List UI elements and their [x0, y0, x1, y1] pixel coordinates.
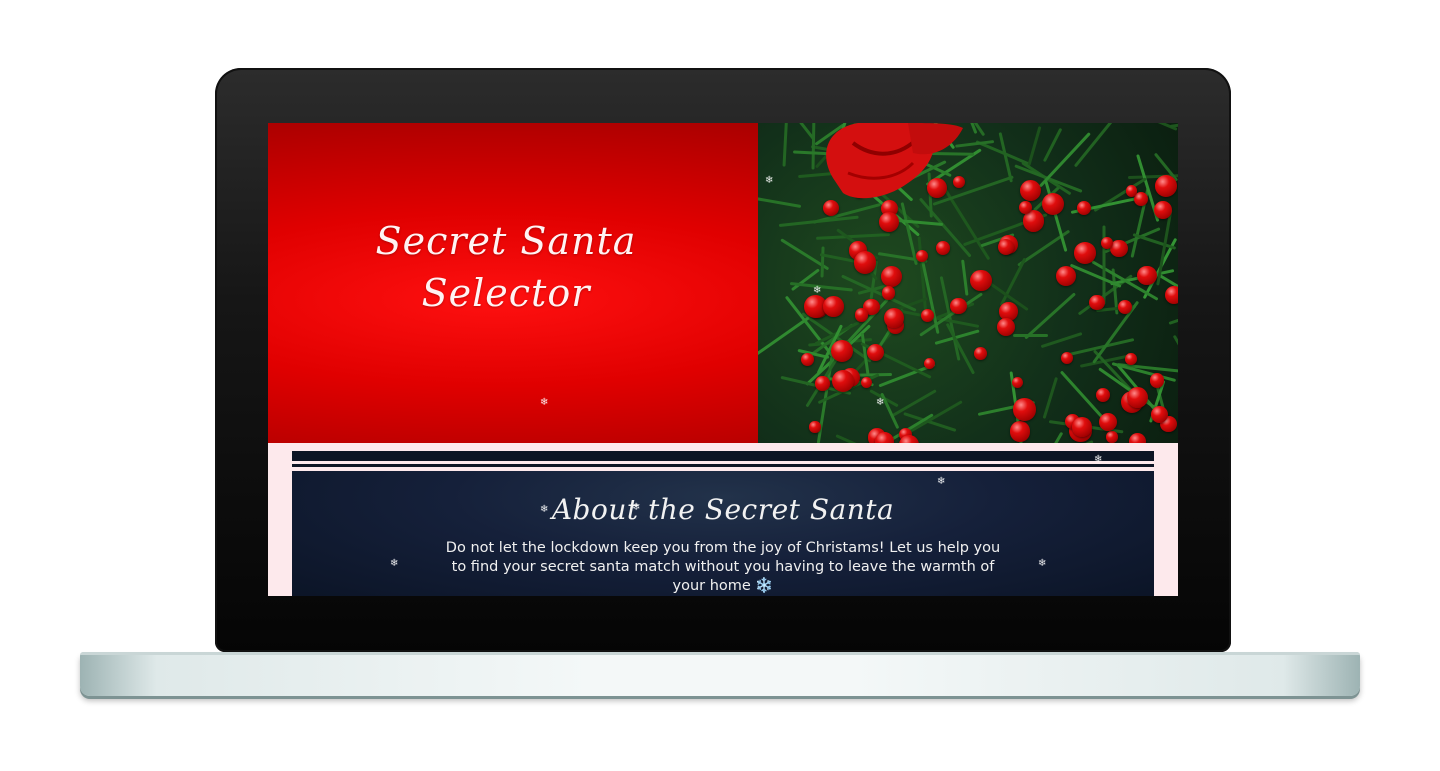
divider-bar: [292, 451, 1154, 461]
holly-berry: [1151, 405, 1168, 423]
about-section: About the Secret Santa Do not let the lo…: [268, 443, 1178, 596]
holly-berry: [935, 241, 950, 255]
pine-needle: [1168, 307, 1178, 326]
holly-berry: [1055, 265, 1076, 286]
holly-berry: [1095, 387, 1111, 402]
holly-berry: [996, 318, 1015, 337]
snowflake-icon: ❄: [765, 175, 774, 186]
holly-berry: [1155, 175, 1178, 197]
holly-berry: [949, 297, 967, 315]
holly-berry: [1126, 386, 1149, 408]
holly-berry: [874, 432, 894, 443]
holly-berry: [1009, 420, 1031, 442]
holly-berry: [1019, 200, 1033, 214]
holly-berry: [1125, 353, 1137, 365]
snowflake-icon: ❄: [632, 502, 641, 513]
holly-berry: [1060, 351, 1074, 364]
holly-berry: [1125, 185, 1138, 197]
holly-berry: [815, 376, 830, 391]
holly-berry: [823, 296, 844, 317]
pine-needle: [1074, 123, 1125, 168]
holly-berry: [970, 269, 992, 292]
pine-needle: [1012, 334, 1049, 338]
pine-needle: [1027, 126, 1042, 167]
holly-berry: [883, 307, 904, 329]
pine-needle: [960, 260, 969, 297]
holly-berry: [1106, 431, 1118, 443]
about-description: Do not let the lockdown keep you from th…: [445, 540, 1001, 594]
pine-needle: [758, 194, 801, 209]
holly-berry: [1089, 294, 1105, 311]
site-title-line2: Selector: [421, 271, 591, 315]
holly-berry: [923, 357, 935, 369]
snowflake-icon: ❄: [876, 397, 885, 408]
pine-needle: [769, 123, 816, 141]
snowflake-icon: ❄: [1038, 558, 1047, 569]
snowflake-icon: ❄: [540, 504, 549, 515]
holly-berry: [1020, 180, 1042, 202]
holly-berry: [1041, 192, 1064, 215]
laptop-screen: Secret Santa Selector ❄ ❄ ❄ ❄ About the …: [268, 123, 1178, 596]
pine-needle: [1169, 123, 1178, 128]
holly-berry: [854, 308, 869, 322]
snowflake-icon: ❄: [390, 558, 399, 569]
holly-berry: [1013, 398, 1036, 421]
pine-needle: [1024, 292, 1077, 339]
holly-berry: [1077, 200, 1092, 215]
pine-needle: [782, 123, 789, 167]
holly-berry: [1129, 432, 1146, 443]
holly-berry: [1011, 377, 1023, 389]
hero-banner: Secret Santa Selector ❄ ❄ ❄ ❄: [268, 123, 1178, 443]
holly-berry: [974, 346, 988, 360]
holly-berry: [861, 377, 873, 389]
holly-berry: [1117, 299, 1132, 314]
about-heading: About the Secret Santa: [551, 493, 895, 526]
pine-needle: [1132, 233, 1177, 250]
divider-line: [292, 464, 1154, 467]
pine-needle: [820, 246, 825, 278]
site-title-line1: Secret Santa: [375, 219, 637, 263]
holly-berry: [831, 339, 854, 362]
holly-berry: [1164, 286, 1178, 305]
holly-berry: [1154, 200, 1172, 219]
laptop-base: [80, 652, 1360, 696]
pine-needle: [1035, 431, 1063, 443]
snowflake-icon: ❄: [540, 397, 549, 408]
pine-needle: [1042, 377, 1058, 420]
pine-needle: [1042, 128, 1063, 163]
ribbon-bow-image: [826, 123, 963, 199]
holly-berry: [867, 343, 885, 361]
holly-berry: [881, 285, 896, 300]
holly-berry: [1074, 242, 1096, 264]
holly-berry: [880, 265, 903, 288]
holly-berry: [1149, 373, 1165, 388]
holly-berry: [809, 421, 821, 433]
holly-berry: [853, 251, 877, 274]
site-title: Secret Santa Selector: [346, 215, 666, 319]
holly-berry: [899, 434, 919, 443]
holly-berry: [915, 249, 928, 262]
pine-needle: [1172, 334, 1178, 398]
pine-needle: [891, 388, 937, 417]
snowflake-icon: ❄: [813, 285, 822, 296]
holly-berry: [1136, 265, 1157, 286]
snowflake-icon: ❄: [1094, 454, 1103, 465]
about-panel: About the Secret Santa Do not let the lo…: [292, 471, 1154, 596]
holly-berry: [800, 352, 815, 367]
snowflake-icon: ❄: [937, 476, 946, 487]
